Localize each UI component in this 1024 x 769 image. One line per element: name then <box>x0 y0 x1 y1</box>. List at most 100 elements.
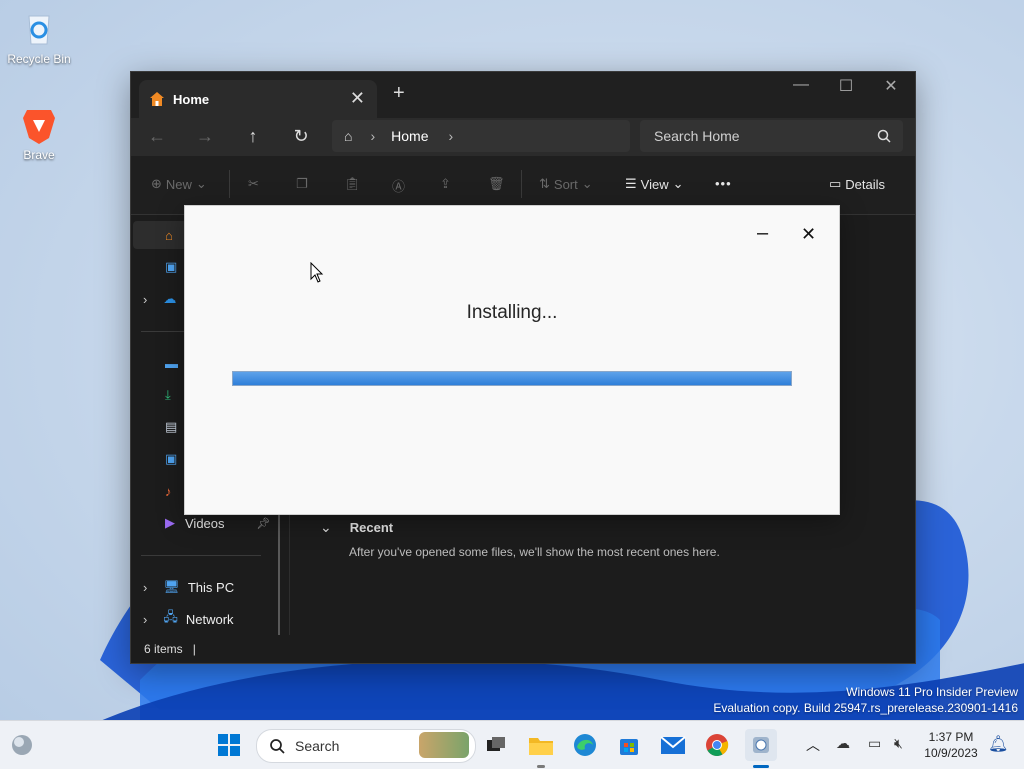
new-label: New <box>165 176 192 192</box>
explorer-titlebar[interactable]: Home ✕ + — ☐ ✕ <box>131 72 915 118</box>
clock-time: 1:37 PM <box>928 730 974 744</box>
widgets-icon[interactable] <box>6 729 38 761</box>
pictures-icon: ▣ <box>165 451 178 466</box>
sidebar-item-network[interactable]: › 🖧 Network <box>131 605 281 633</box>
recent-empty-message: After you've opened some files, we'll sh… <box>349 545 720 559</box>
chevron-right-icon[interactable]: › <box>143 612 147 627</box>
edge-icon[interactable] <box>569 729 601 761</box>
more-options-button[interactable]: ••• <box>715 176 732 191</box>
onedrive-tray-icon[interactable]: ☁ <box>836 735 850 752</box>
copy-icon[interactable]: ❐ <box>296 176 308 192</box>
pin-icon[interactable]: 📌︎ <box>257 517 271 530</box>
taskbar-search-label: Search <box>295 738 340 754</box>
search-highlight-image <box>419 732 469 758</box>
minimize-button[interactable]: — <box>781 76 821 94</box>
cloud-icon: ☁ <box>163 291 177 306</box>
brave-lion-icon <box>23 110 55 144</box>
file-explorer-taskbar-icon[interactable] <box>525 729 557 768</box>
mail-icon[interactable] <box>657 729 689 761</box>
sort-button[interactable]: ⇅ Sort ⌄ <box>539 176 593 192</box>
brave-label: Brave <box>23 148 55 162</box>
search-placeholder[interactable]: Search Home <box>654 128 740 144</box>
taskbar-search-box[interactable]: Search <box>256 729 476 763</box>
chevron-down-icon: ⌄ <box>581 176 593 191</box>
mouse-cursor-icon <box>310 262 324 283</box>
forward-icon[interactable]: → <box>191 126 219 147</box>
install-progress-fill <box>233 372 791 385</box>
share-icon[interactable]: ⇪ <box>440 176 451 192</box>
task-view-icon[interactable] <box>480 729 512 761</box>
installer-dialog[interactable]: – ✕ Installing... <box>184 205 840 515</box>
music-icon: ♪ <box>165 483 172 499</box>
network-label: Network <box>185 611 234 627</box>
view-label: View <box>640 176 669 192</box>
tab-home[interactable]: Home ✕ <box>139 80 377 118</box>
show-hidden-icons-chevron-up-icon[interactable]: ︿ <box>806 735 820 755</box>
sidebar-item-this-pc[interactable]: › 🖥︎ This PC <box>131 573 281 601</box>
chevron-right-icon[interactable]: › <box>143 580 147 595</box>
home-breadcrumb-icon[interactable]: ⌂ <box>344 128 352 144</box>
view-button[interactable]: ☰ View ⌄ <box>625 176 684 192</box>
status-bar: 6 items | <box>131 635 915 663</box>
computer-icon: 🖥︎ <box>163 579 180 594</box>
breadcrumb-home[interactable]: Home <box>391 128 428 144</box>
refresh-icon[interactable]: ↻ <box>287 126 315 147</box>
download-icon: ⤓ <box>165 387 171 402</box>
details-button[interactable]: ▭ Details <box>829 176 885 192</box>
chevron-right-icon[interactable]: › <box>143 292 147 307</box>
home-icon <box>150 92 164 106</box>
home-icon: ⌂ <box>165 227 173 243</box>
details-pane-icon: ▭ <box>829 176 842 191</box>
search-box[interactable]: Search Home <box>640 120 903 152</box>
chrome-icon[interactable] <box>701 729 733 761</box>
cut-icon[interactable]: ✂ <box>248 176 259 192</box>
back-icon[interactable]: ← <box>143 126 171 147</box>
add-circle-icon: ⊕ <box>151 176 162 191</box>
recent-heading: Recent <box>349 520 394 535</box>
chevron-down-icon: ⌄ <box>672 176 684 191</box>
recycle-bin-label: Recycle Bin <box>7 52 71 66</box>
maximize-button[interactable]: ☐ <box>826 76 866 96</box>
brave-shortcut[interactable]: Brave <box>4 104 74 162</box>
taskbar: Search ︿ ☁ ▭ 🔇︎ 1:37 PM 10/9/2023 🔔︎ <box>0 720 1024 769</box>
up-icon[interactable]: ↑ <box>239 126 267 147</box>
this-pc-label: This PC <box>187 579 235 595</box>
item-count: 6 items <box>144 642 183 656</box>
start-button[interactable] <box>213 729 245 761</box>
videos-icon: ▶ <box>165 515 175 530</box>
chevron-down-icon[interactable]: ⌄ <box>320 519 332 536</box>
close-window-button[interactable]: ✕ <box>871 76 911 96</box>
network-tray-icon[interactable]: ▭ <box>868 735 881 752</box>
view-list-icon: ☰ <box>625 176 637 191</box>
videos-label: Videos <box>185 515 225 531</box>
volume-muted-icon[interactable]: 🔇︎ <box>894 735 903 752</box>
notification-bell-icon[interactable]: 🔔︎ <box>988 734 1008 754</box>
new-tab-button[interactable]: + <box>393 82 405 105</box>
clock[interactable]: 1:37 PM 10/9/2023 <box>918 729 984 761</box>
search-icon <box>270 739 285 754</box>
desktop-icon: ▬ <box>165 355 178 371</box>
installer-taskbar-icon[interactable] <box>745 729 777 768</box>
delete-icon[interactable]: 🗑︎ <box>488 176 505 192</box>
status-divider: | <box>192 642 196 656</box>
sort-label: Sort <box>553 176 578 192</box>
navigation-bar: ← → ↑ ↻ ⌂ › Home › Search Home <box>131 118 915 156</box>
search-icon[interactable] <box>877 129 891 143</box>
rename-icon[interactable]: Ⓐ <box>392 176 405 195</box>
recycle-bin-icon <box>28 15 50 45</box>
tab-close-icon[interactable]: ✕ <box>350 88 365 109</box>
microsoft-store-icon[interactable] <box>613 729 645 761</box>
divider <box>229 170 230 198</box>
install-progress-bar <box>232 371 792 386</box>
address-bar[interactable]: ⌂ › Home › <box>332 120 630 152</box>
recent-section-header[interactable]: ⌄ Recent <box>320 519 393 536</box>
chevron-right-icon[interactable]: › <box>449 128 454 144</box>
recycle-bin-shortcut[interactable]: Recycle Bin <box>4 8 74 66</box>
installer-minimize-button[interactable]: – <box>757 222 768 245</box>
installer-close-button[interactable]: ✕ <box>801 224 816 245</box>
paste-icon[interactable]: 📋︎ <box>344 176 361 192</box>
watermark-line-2: Evaluation copy. Build 25947.rs_prerelea… <box>713 701 1018 715</box>
chevron-down-icon: ⌄ <box>195 176 207 191</box>
watermark-line-1: Windows 11 Pro Insider Preview <box>846 685 1018 699</box>
new-button[interactable]: ⊕ New ⌄ <box>151 176 207 192</box>
